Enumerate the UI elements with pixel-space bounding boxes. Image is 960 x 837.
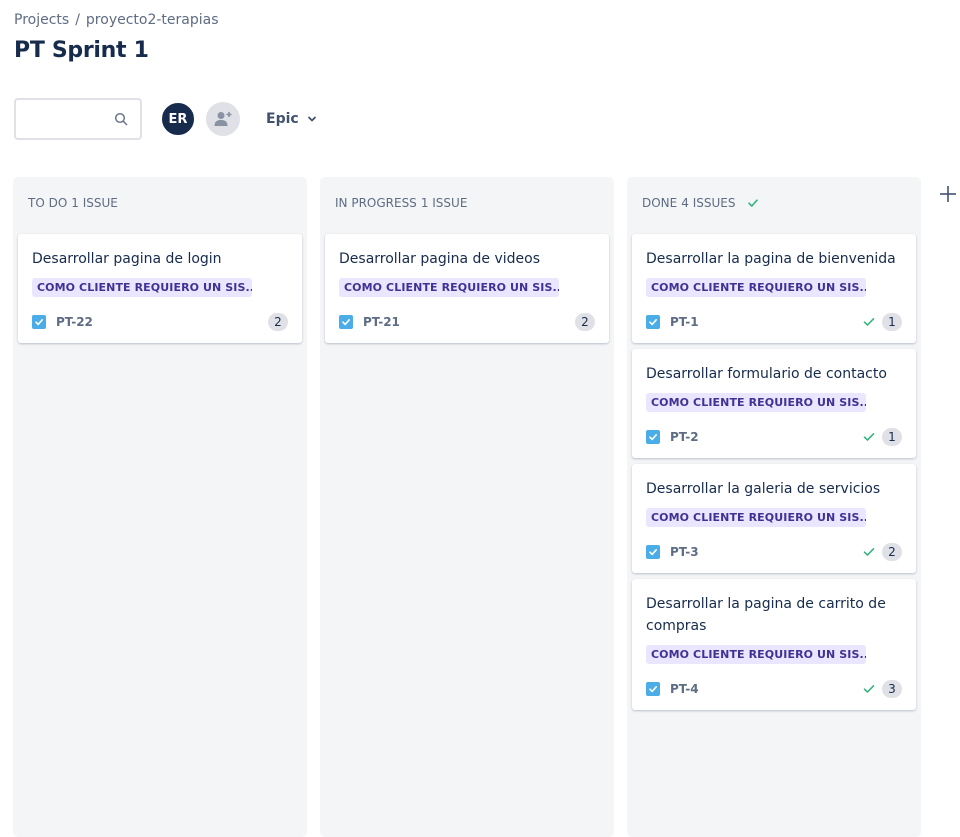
task-icon [32,315,46,329]
epic-lozenge: COMO CLIENTE REQUIERO UN SIS... [646,645,866,664]
check-icon [863,317,875,326]
story-points-badge: 1 [882,428,902,446]
plus-icon[interactable] [936,182,960,206]
issue-key[interactable]: PT-1 [670,315,699,329]
issue-summary: Desarrollar la pagina de bienvenida [646,251,896,267]
issue-key[interactable]: PT-3 [670,545,699,559]
issue-summary: Desarrollar la galeria de servicios [646,481,881,497]
epic-lozenge: COMO CLIENTE REQUIERO UN SIS... [646,393,866,412]
issue-card[interactable]: Desarrollar la galeria de servicios COMO… [632,464,916,573]
issue-key[interactable]: PT-4 [670,682,699,696]
check-icon [863,684,875,693]
story-points-badge: 2 [268,313,288,331]
breadcrumb-projects-link[interactable]: Projects [14,12,69,28]
check-icon [863,547,875,556]
issue-key[interactable]: PT-22 [56,315,93,329]
search-box[interactable] [14,98,142,140]
issue-summary: Desarrollar pagina de login [32,251,222,267]
issue-summary: Desarrollar formulario de contacto [646,366,887,382]
board: To Do 1 issue Desarrollar pagina de logi… [13,177,934,837]
issue-summary: Desarrollar la pagina de carrito de comp… [646,596,886,634]
search-input[interactable] [24,100,118,138]
issue-key[interactable]: PT-2 [670,430,699,444]
epic-filter-label: Epic [266,111,299,127]
breadcrumb-project-link[interactable]: proyecto2-terapias [86,12,219,28]
issue-card[interactable]: Desarrollar formulario de contacto COMO … [632,349,916,458]
story-points-badge: 1 [882,313,902,331]
avatar[interactable]: ER [160,101,196,137]
epic-lozenge: COMO CLIENTE REQUIERO UN SIS... [339,278,559,297]
column-name: Done [642,196,678,210]
epic-lozenge: COMO CLIENTE REQUIERO UN SIS... [646,508,866,527]
task-icon [646,315,660,329]
epic-lozenge: COMO CLIENTE REQUIERO UN SIS... [646,278,866,297]
column-header: Done 4 issues [627,177,921,229]
breadcrumb-separator: / [75,12,80,28]
column-header: To Do 1 issue [13,177,307,229]
board-toolbar: ER Epic [14,97,317,141]
column-done: Done 4 issues Desarrollar la pagina de b… [627,177,921,837]
breadcrumb: Projects / proyecto2-terapias [14,12,225,28]
column-issue-count: 1 issue [420,196,468,210]
chevron-down-icon [307,116,316,122]
task-icon [646,430,660,444]
issue-key[interactable]: PT-21 [363,315,400,329]
page-title: PT Sprint 1 [14,38,149,63]
issue-card[interactable]: Desarrollar la pagina de carrito de comp… [632,579,916,710]
task-icon [339,315,353,329]
issue-card[interactable]: Desarrollar pagina de login COMO CLIENTE… [18,234,302,343]
story-points-badge: 3 [882,680,902,698]
check-icon [748,199,759,207]
column-header: In Progress 1 issue [320,177,614,229]
column-issue-count: 4 issues [681,196,736,210]
task-icon [646,545,660,559]
check-icon [863,432,875,441]
epic-lozenge: COMO CLIENTE REQUIERO UN SIS... [32,278,252,297]
add-people-icon [214,112,232,126]
add-people-button[interactable] [206,102,240,136]
issue-card[interactable]: Desarrollar la pagina de bienvenida COMO… [632,234,916,343]
issue-summary: Desarrollar pagina de videos [339,251,540,267]
column-name: In Progress [335,196,417,210]
issue-card[interactable]: Desarrollar pagina de videos COMO CLIENT… [325,234,609,343]
search-icon [114,112,128,126]
column-name: To Do [28,196,68,210]
story-points-badge: 2 [575,313,595,331]
column-to-do: To Do 1 issue Desarrollar pagina de logi… [13,177,307,837]
story-points-badge: 2 [882,543,902,561]
column-in-progress: In Progress 1 issue Desarrollar pagina d… [320,177,614,837]
epic-filter-dropdown[interactable]: Epic [266,111,317,127]
column-issue-count: 1 issue [71,196,118,210]
task-icon [646,682,660,696]
